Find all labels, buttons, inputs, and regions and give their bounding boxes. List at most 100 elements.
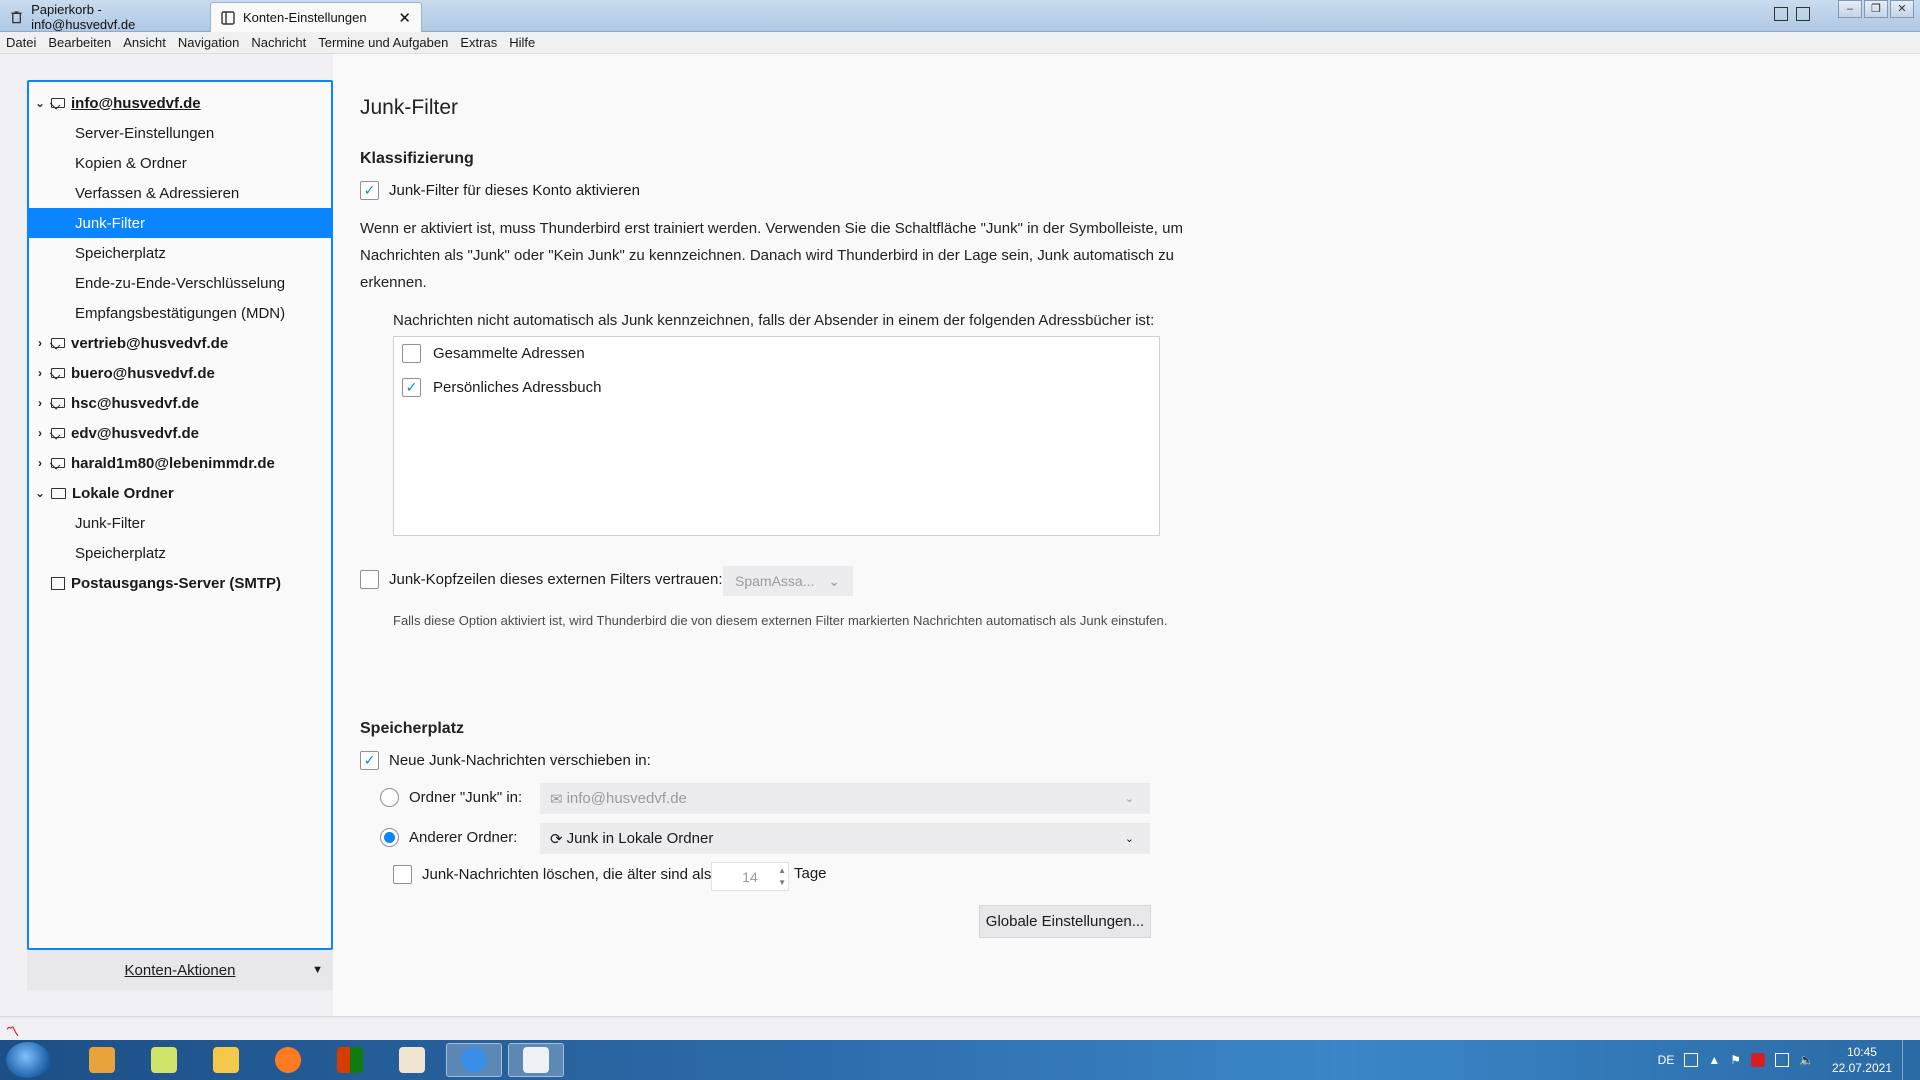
menu-message[interactable]: Nachricht xyxy=(251,35,306,50)
sidebar-item-local-disk-space[interactable]: Speicherplatz xyxy=(29,538,331,568)
junk-folder-account-select[interactable]: ✉ info@husvedvf.de ⌄ xyxy=(540,783,1150,814)
start-button[interactable] xyxy=(6,1042,50,1078)
other-folder-radio[interactable] xyxy=(380,828,399,847)
other-folder-row[interactable]: Anderer Ordner: xyxy=(380,828,517,847)
minimize-icon[interactable]: – xyxy=(1838,0,1862,18)
window-close-icon[interactable]: ✕ xyxy=(1890,0,1914,18)
account-smtp[interactable]: Postausgangs-Server (SMTP) xyxy=(29,568,331,598)
offline-status-icon[interactable]: 〽 xyxy=(6,1021,19,1040)
collected-addresses-checkbox[interactable] xyxy=(402,344,421,363)
sidebar-item-label: Empfangsbestätigungen (MDN) xyxy=(75,304,286,322)
sidebar-item-local-junk-filter[interactable]: Junk-Filter xyxy=(29,508,331,538)
calendar-icon[interactable] xyxy=(1774,7,1788,21)
menu-events-tasks[interactable]: Termine und Aufgaben xyxy=(318,35,448,50)
close-icon[interactable]: ✕ xyxy=(398,9,411,27)
sidebar-item-copies-folders[interactable]: Kopien & Ordner xyxy=(29,148,331,178)
chevron-down-icon[interactable]: ⌄ xyxy=(33,486,47,500)
days-unit-label: Tage xyxy=(794,865,827,882)
chevron-right-icon[interactable]: › xyxy=(33,336,47,350)
checklist-icon[interactable] xyxy=(384,1043,440,1077)
tray-expand-icon[interactable]: ▲ xyxy=(1708,1053,1720,1067)
sidebar-item-label: Junk-Filter xyxy=(75,214,146,232)
menu-view[interactable]: Ansicht xyxy=(123,35,166,50)
show-desktop-button[interactable] xyxy=(1902,1040,1912,1080)
keyboard-icon[interactable] xyxy=(1684,1053,1699,1067)
address-book-personal[interactable]: ✓ Persönliches Adressbuch xyxy=(402,378,601,397)
account-info[interactable]: ⌄ info@husvedvf.de xyxy=(29,88,331,118)
menu-tools[interactable]: Extras xyxy=(460,35,497,50)
menu-help[interactable]: Hilfe xyxy=(509,35,535,50)
spinner-icon[interactable]: ▲ ▼ xyxy=(778,865,786,889)
menu-file[interactable]: Datei xyxy=(6,35,36,50)
trust-headers-checkbox[interactable] xyxy=(360,570,379,589)
firefox-icon[interactable] xyxy=(260,1043,316,1077)
account-actions-button[interactable]: Konten-Aktionen ▼ xyxy=(27,950,333,990)
menu-edit[interactable]: Bearbeiten xyxy=(48,35,111,50)
menu-bar: Datei Bearbeiten Ansicht Navigation Nach… xyxy=(0,32,1920,54)
address-book-list[interactable]: Gesammelte Adressen ✓ Persönliches Adres… xyxy=(393,336,1160,536)
media-player-icon[interactable] xyxy=(74,1043,130,1077)
flag-icon[interactable]: ⚑ xyxy=(1730,1053,1741,1067)
address-book-collected[interactable]: Gesammelte Adressen xyxy=(402,344,585,363)
menu-navigation[interactable]: Navigation xyxy=(178,35,239,50)
account-hsc[interactable]: › hsc@husvedvf.de xyxy=(29,388,331,418)
move-junk-row[interactable]: ✓ Neue Junk-Nachrichten verschieben in: xyxy=(360,751,651,770)
other-folder-label: Anderer Ordner: xyxy=(409,829,518,846)
move-junk-checkbox[interactable]: ✓ xyxy=(360,751,379,770)
account-vertrieb[interactable]: › vertrieb@husvedvf.de xyxy=(29,328,331,358)
volume-icon[interactable]: 🔈 xyxy=(1799,1053,1814,1067)
sidebar-item-e2e-encryption[interactable]: Ende-zu-Ende-Verschlüsselung xyxy=(29,268,331,298)
tab-trash[interactable]: Papierkorb - info@husvedvf.de xyxy=(0,2,208,32)
enable-junk-filter-row[interactable]: ✓ Junk-Filter für dieses Konto aktiviere… xyxy=(360,181,640,200)
sidebar-item-server-settings[interactable]: Server-Einstellungen xyxy=(29,118,331,148)
tasks-icon[interactable] xyxy=(1796,7,1810,21)
personal-addressbook-checkbox[interactable]: ✓ xyxy=(402,378,421,397)
junk-folder-radio[interactable] xyxy=(380,788,399,807)
folder-icon xyxy=(51,487,66,499)
account-local-folders[interactable]: ⌄ Lokale Ordner xyxy=(29,478,331,508)
chevron-right-icon[interactable]: › xyxy=(33,456,47,470)
tab-label: Papierkorb - info@husvedvf.de xyxy=(31,2,136,32)
account-tree[interactable]: ⌄ info@husvedvf.de Server-Einstellungen … xyxy=(27,80,333,950)
sidebar-item-label: Junk-Filter xyxy=(75,514,146,532)
antivirus-icon[interactable] xyxy=(1750,1053,1765,1067)
outgoing-server-icon xyxy=(51,576,65,590)
system-tray: DE ▲ ⚑ 🔈 10:45 22.07.2021 xyxy=(1658,1040,1912,1080)
restore-icon[interactable]: ❐ xyxy=(1864,0,1888,18)
chevron-down-icon[interactable]: ⌄ xyxy=(33,96,47,110)
account-buero[interactable]: › buero@husvedvf.de xyxy=(29,358,331,388)
calendar-app-icon[interactable] xyxy=(508,1043,564,1077)
enable-junk-filter-checkbox[interactable]: ✓ xyxy=(360,181,379,200)
chevron-right-icon[interactable]: › xyxy=(33,396,47,410)
external-filter-select[interactable]: SpamAssa... ⌄ xyxy=(723,566,853,596)
mail-account-icon xyxy=(51,458,65,468)
office-icon[interactable] xyxy=(322,1043,378,1077)
sidebar-item-junk-filter[interactable]: Junk-Filter xyxy=(29,208,331,238)
clock[interactable]: 10:45 22.07.2021 xyxy=(1832,1044,1892,1076)
delete-old-junk-row[interactable]: Junk-Nachrichten löschen, die älter sind… xyxy=(393,865,711,884)
language-indicator[interactable]: DE xyxy=(1658,1053,1675,1067)
delete-old-junk-checkbox[interactable] xyxy=(393,865,412,884)
page-title: Junk-Filter xyxy=(360,96,459,119)
chevron-right-icon[interactable]: › xyxy=(33,426,47,440)
folder-icon[interactable] xyxy=(198,1043,254,1077)
trust-headers-label: Junk-Kopfzeilen dieses externen Filters … xyxy=(389,571,723,588)
other-folder-select[interactable]: ⟳ Junk in Lokale Ordner ⌄ xyxy=(540,823,1150,854)
sidebar-item-receipts[interactable]: Empfangsbestätigungen (MDN) xyxy=(29,298,331,328)
chevron-right-icon[interactable]: › xyxy=(33,366,47,380)
title-bar: Papierkorb - info@husvedvf.de Konten-Ein… xyxy=(0,0,1920,32)
sidebar-item-disk-space[interactable]: Speicherplatz xyxy=(29,238,331,268)
delete-days-input[interactable]: 14 ▲ ▼ xyxy=(711,862,789,891)
thunderbird-icon[interactable] xyxy=(446,1043,502,1077)
account-harald[interactable]: › harald1m80@lebenimmdr.de xyxy=(29,448,331,478)
junk-folder-row[interactable]: Ordner "Junk" in: xyxy=(380,788,522,807)
sidebar-item-composition[interactable]: Verfassen & Adressieren xyxy=(29,178,331,208)
section-storage: Speicherplatz xyxy=(360,720,465,737)
global-settings-button[interactable]: Globale Einstellungen... xyxy=(979,905,1151,938)
address-book-label: Gesammelte Adressen xyxy=(433,345,585,362)
trust-headers-row[interactable]: Junk-Kopfzeilen dieses externen Filters … xyxy=(360,570,723,589)
account-edv[interactable]: › edv@husvedvf.de xyxy=(29,418,331,448)
file-manager-icon[interactable] xyxy=(136,1043,192,1077)
network-icon[interactable] xyxy=(1774,1053,1789,1067)
tab-account-settings[interactable]: Konten-Einstellungen ✕ xyxy=(210,2,422,32)
